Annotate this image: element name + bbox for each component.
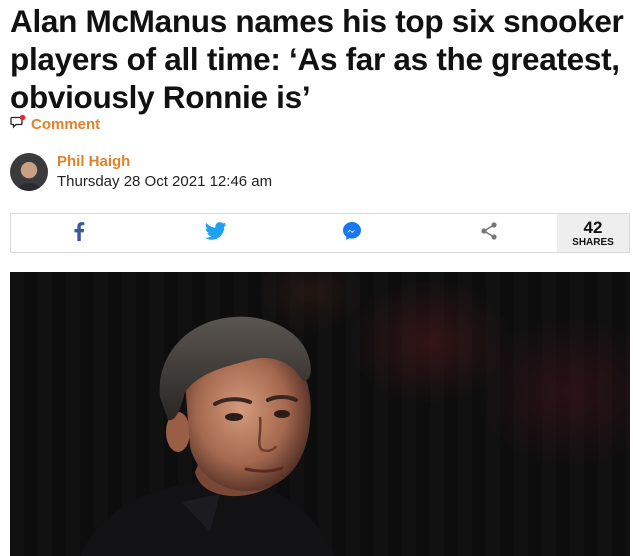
share-count: 42 SHARES	[557, 214, 629, 252]
author-byline: Phil Haigh Thursday 28 Oct 2021 12:46 am	[10, 150, 272, 194]
article-headline: Alan McManus names his top six snooker p…	[10, 3, 624, 115]
author-name[interactable]: Phil Haigh	[57, 152, 272, 172]
twitter-icon	[204, 221, 227, 245]
share-count-label: SHARES	[572, 236, 614, 248]
comment-link[interactable]: Comment	[10, 113, 100, 135]
share-facebook-button[interactable]	[11, 214, 148, 252]
player-portrait	[80, 316, 335, 556]
hero-image[interactable]	[10, 272, 630, 556]
share-twitter-button[interactable]	[148, 214, 285, 252]
share-count-number: 42	[583, 217, 603, 237]
facebook-icon	[73, 221, 85, 246]
share-icon	[479, 221, 499, 246]
author-avatar[interactable]	[10, 153, 48, 191]
comment-label: Comment	[31, 115, 101, 133]
publish-date: Thursday 28 Oct 2021 12:46 am	[57, 173, 273, 190]
messenger-icon	[342, 221, 362, 246]
share-bar: 42 SHARES	[10, 213, 630, 253]
comment-icon	[10, 114, 26, 135]
share-more-button[interactable]	[421, 214, 558, 252]
share-messenger-button[interactable]	[284, 214, 421, 252]
